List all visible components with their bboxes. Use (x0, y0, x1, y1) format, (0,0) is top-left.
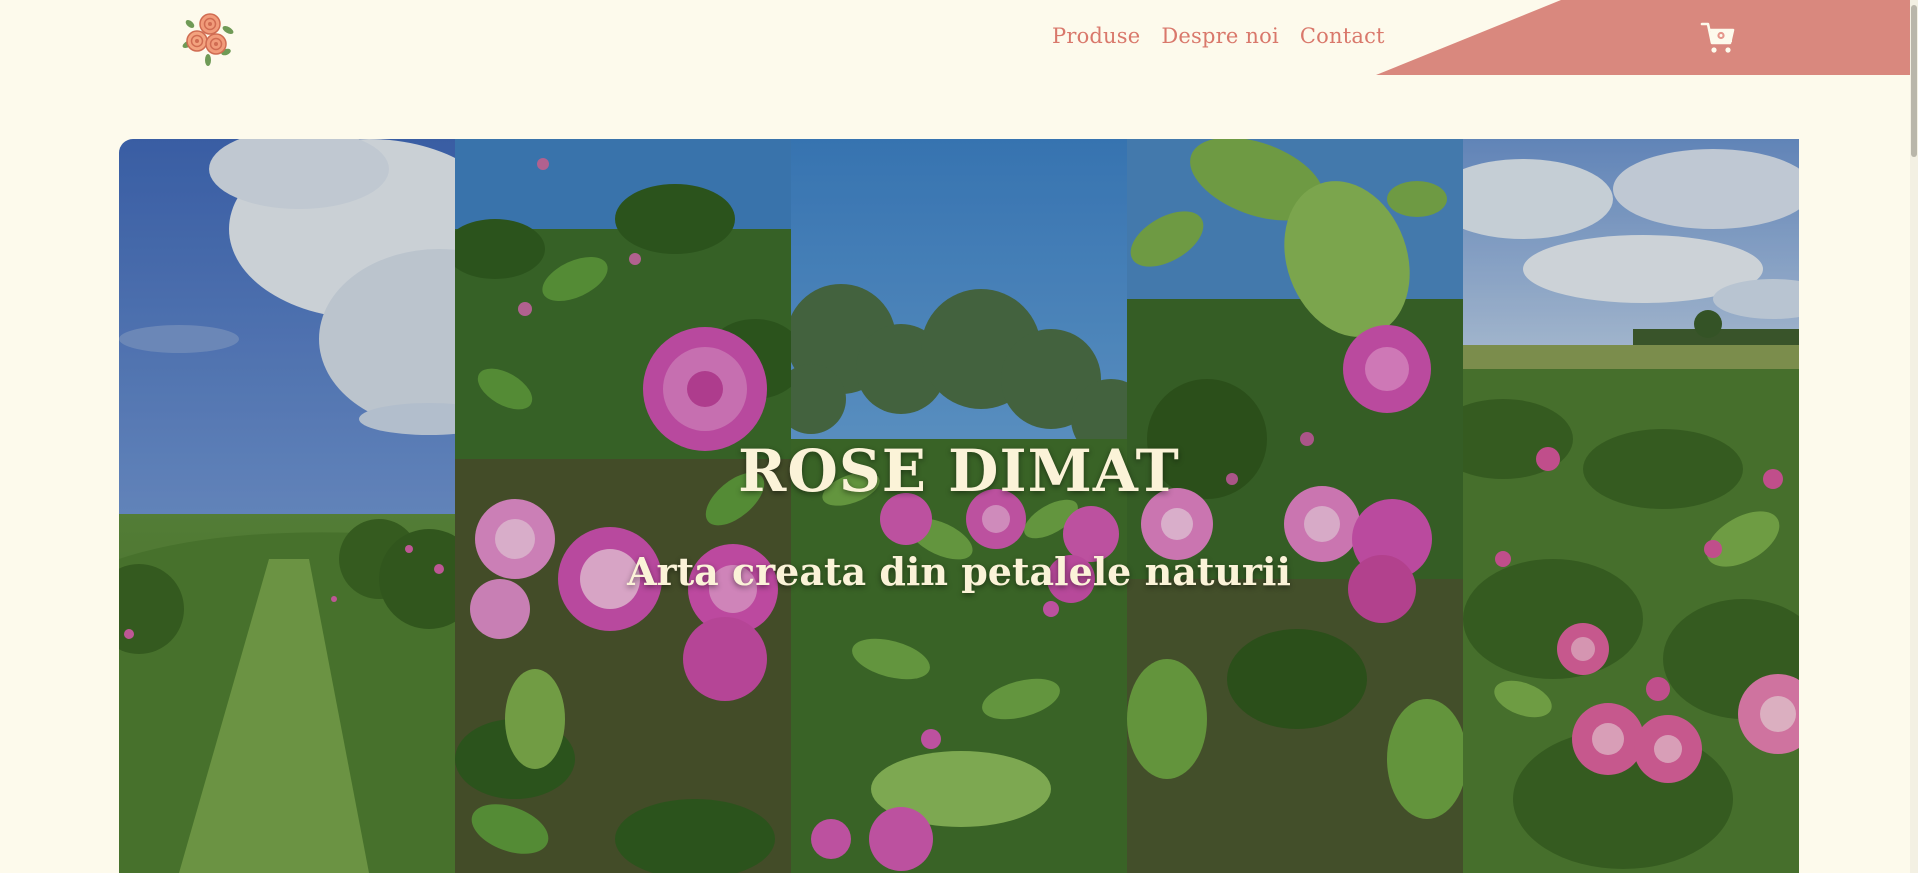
nav-link-contact[interactable]: Contact (1300, 24, 1385, 48)
shopping-cart-icon[interactable] (1700, 21, 1736, 55)
page-scrollbar[interactable] (1910, 0, 1918, 873)
hero-subtitle: Arta creata din petalele naturii (627, 549, 1291, 594)
hero-title: ROSE DIMAT (738, 437, 1180, 505)
main-nav: Produse Despre noi Contact (1052, 24, 1385, 48)
hero-overlay (119, 139, 1799, 873)
nav-link-produse[interactable]: Produse (1052, 24, 1140, 48)
hero-banner: ROSE DIMAT Arta creata din petalele natu… (119, 139, 1799, 873)
scrollbar-thumb[interactable] (1911, 5, 1917, 157)
header-corner-shape (1376, 0, 1918, 75)
roses-logo-icon[interactable] (178, 8, 238, 66)
nav-link-despre-noi[interactable]: Despre noi (1161, 24, 1279, 48)
site-header: Produse Despre noi Contact (0, 0, 1918, 75)
